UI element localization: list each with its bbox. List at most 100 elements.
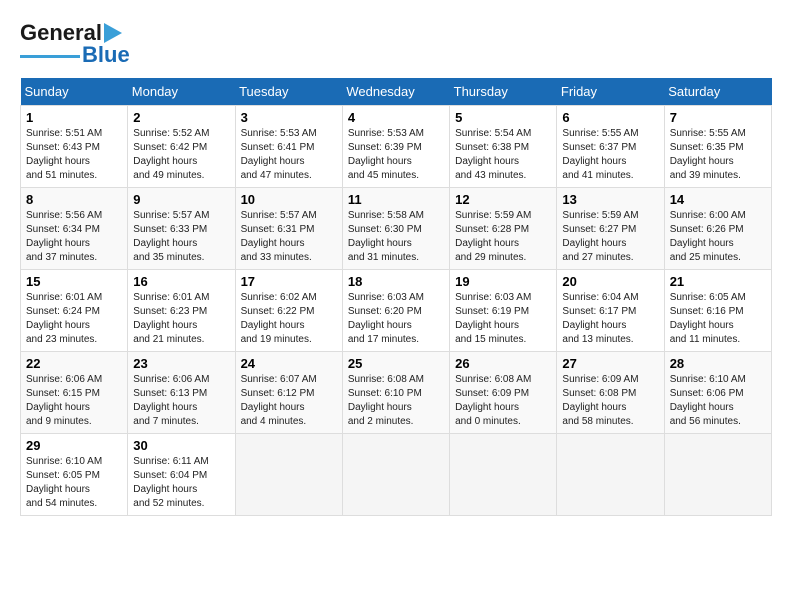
day-number: 12 bbox=[455, 192, 551, 207]
logo-arrow-icon bbox=[104, 23, 122, 43]
day-number: 1 bbox=[26, 110, 122, 125]
day-number: 28 bbox=[670, 356, 766, 371]
calendar-cell: 3 Sunrise: 5:53 AMSunset: 6:41 PMDaylight… bbox=[235, 106, 342, 188]
cell-info: Sunrise: 6:08 AMSunset: 6:09 PMDaylight … bbox=[455, 373, 551, 429]
calendar-cell: 5Sunrise: 5:54 AMSunset: 6:38 PMDaylight… bbox=[450, 106, 557, 188]
cell-info: Sunrise: 5:57 AMSunset: 6:33 PMDaylight … bbox=[133, 209, 229, 265]
cell-info: Sunrise: 6:01 AMSunset: 6:24 PMDaylight … bbox=[26, 291, 122, 347]
logo-underline bbox=[20, 55, 80, 58]
day-number: 17 bbox=[241, 274, 337, 289]
day-number: 6 bbox=[562, 110, 658, 125]
day-number: 25 bbox=[348, 356, 444, 371]
day-number: 26 bbox=[455, 356, 551, 371]
weekday-header-monday: Monday bbox=[128, 78, 235, 106]
day-number: 10 bbox=[241, 192, 337, 207]
cell-info: Sunrise: 5:55 AMSunset: 6:35 PMDaylight … bbox=[670, 127, 766, 183]
day-number: 14 bbox=[670, 192, 766, 207]
cell-info: Sunrise: 5:57 AMSunset: 6:31 PMDaylight … bbox=[241, 209, 337, 265]
calendar-cell: 8 Sunrise: 5:56 AMSunset: 6:34 PMDaylight… bbox=[21, 188, 128, 270]
logo: General Blue bbox=[20, 20, 130, 68]
weekday-header-friday: Friday bbox=[557, 78, 664, 106]
cell-info: Sunrise: 6:00 AMSunset: 6:26 PMDaylight … bbox=[670, 209, 766, 265]
day-number: 4 bbox=[348, 110, 444, 125]
cell-info: Sunrise: 6:08 AMSunset: 6:10 PMDaylight … bbox=[348, 373, 444, 429]
calendar-cell: 16 Sunrise: 6:01 AMSunset: 6:23 PMDayligh… bbox=[128, 270, 235, 352]
day-number: 23 bbox=[133, 356, 229, 371]
calendar-cell: 27 Sunrise: 6:09 AMSunset: 6:08 PMDayligh… bbox=[557, 352, 664, 434]
calendar-cell: 22 Sunrise: 6:06 AMSunset: 6:15 PMDayligh… bbox=[21, 352, 128, 434]
day-number: 9 bbox=[133, 192, 229, 207]
day-number: 16 bbox=[133, 274, 229, 289]
day-number: 8 bbox=[26, 192, 122, 207]
calendar-cell bbox=[342, 434, 449, 516]
cell-info: Sunrise: 6:10 AMSunset: 6:06 PMDaylight … bbox=[670, 373, 766, 429]
cell-info: Sunrise: 6:09 AMSunset: 6:08 PMDaylight … bbox=[562, 373, 658, 429]
cell-info: Sunrise: 5:53 AMSunset: 6:41 PMDaylight … bbox=[241, 127, 337, 183]
calendar-cell bbox=[450, 434, 557, 516]
cell-info: Sunrise: 6:05 AMSunset: 6:16 PMDaylight … bbox=[670, 291, 766, 347]
calendar-cell: 15 Sunrise: 6:01 AMSunset: 6:24 PMDayligh… bbox=[21, 270, 128, 352]
calendar-cell: 30 Sunrise: 6:11 AMSunset: 6:04 PMDayligh… bbox=[128, 434, 235, 516]
day-number: 11 bbox=[348, 192, 444, 207]
cell-info: Sunrise: 6:03 AMSunset: 6:19 PMDaylight … bbox=[455, 291, 551, 347]
calendar-cell: 25 Sunrise: 6:08 AMSunset: 6:10 PMDayligh… bbox=[342, 352, 449, 434]
day-number: 27 bbox=[562, 356, 658, 371]
day-number: 29 bbox=[26, 438, 122, 453]
day-number: 24 bbox=[241, 356, 337, 371]
weekday-header-wednesday: Wednesday bbox=[342, 78, 449, 106]
cell-info: Sunrise: 6:02 AMSunset: 6:22 PMDaylight … bbox=[241, 291, 337, 347]
calendar-cell: 17 Sunrise: 6:02 AMSunset: 6:22 PMDayligh… bbox=[235, 270, 342, 352]
calendar-cell bbox=[235, 434, 342, 516]
weekday-header-sunday: Sunday bbox=[21, 78, 128, 106]
cell-info: Sunrise: 6:07 AMSunset: 6:12 PMDaylight … bbox=[241, 373, 337, 429]
cell-info: Sunrise: 6:06 AMSunset: 6:13 PMDaylight … bbox=[133, 373, 229, 429]
calendar-cell bbox=[664, 434, 771, 516]
weekday-header-saturday: Saturday bbox=[664, 78, 771, 106]
day-number: 22 bbox=[26, 356, 122, 371]
cell-info: Sunrise: 6:03 AMSunset: 6:20 PMDaylight … bbox=[348, 291, 444, 347]
cell-info: Sunrise: 5:51 AMSunset: 6:43 PMDaylight … bbox=[26, 127, 122, 183]
day-number: 21 bbox=[670, 274, 766, 289]
calendar-cell: 20Sunrise: 6:04 AMSunset: 6:17 PMDayligh… bbox=[557, 270, 664, 352]
calendar-cell: 13Sunrise: 5:59 AMSunset: 6:27 PMDayligh… bbox=[557, 188, 664, 270]
calendar-week-3: 15 Sunrise: 6:01 AMSunset: 6:24 PMDayligh… bbox=[21, 270, 772, 352]
calendar-week-5: 29 Sunrise: 6:10 AMSunset: 6:05 PMDayligh… bbox=[21, 434, 772, 516]
day-number: 5 bbox=[455, 110, 551, 125]
calendar-cell: 29 Sunrise: 6:10 AMSunset: 6:05 PMDayligh… bbox=[21, 434, 128, 516]
calendar-cell: 9 Sunrise: 5:57 AMSunset: 6:33 PMDaylight… bbox=[128, 188, 235, 270]
calendar-cell: 1 Sunrise: 5:51 AMSunset: 6:43 PMDaylight… bbox=[21, 106, 128, 188]
cell-info: Sunrise: 5:59 AMSunset: 6:27 PMDaylight … bbox=[562, 209, 658, 265]
day-number: 3 bbox=[241, 110, 337, 125]
calendar-cell: 7 Sunrise: 5:55 AMSunset: 6:35 PMDaylight… bbox=[664, 106, 771, 188]
calendar-cell: 10 Sunrise: 5:57 AMSunset: 6:31 PMDayligh… bbox=[235, 188, 342, 270]
calendar-cell: 28 Sunrise: 6:10 AMSunset: 6:06 PMDayligh… bbox=[664, 352, 771, 434]
calendar-cell: 11 Sunrise: 5:58 AMSunset: 6:30 PMDayligh… bbox=[342, 188, 449, 270]
day-number: 19 bbox=[455, 274, 551, 289]
calendar-cell: 2Sunrise: 5:52 AMSunset: 6:42 PMDaylight… bbox=[128, 106, 235, 188]
calendar-cell: 4 Sunrise: 5:53 AMSunset: 6:39 PMDaylight… bbox=[342, 106, 449, 188]
cell-info: Sunrise: 5:59 AMSunset: 6:28 PMDaylight … bbox=[455, 209, 551, 265]
weekday-header-row: SundayMondayTuesdayWednesdayThursdayFrid… bbox=[21, 78, 772, 106]
day-number: 15 bbox=[26, 274, 122, 289]
cell-info: Sunrise: 5:56 AMSunset: 6:34 PMDaylight … bbox=[26, 209, 122, 265]
calendar-table: SundayMondayTuesdayWednesdayThursdayFrid… bbox=[20, 78, 772, 516]
calendar-cell: 21 Sunrise: 6:05 AMSunset: 6:16 PMDayligh… bbox=[664, 270, 771, 352]
calendar-cell: 14 Sunrise: 6:00 AMSunset: 6:26 PMDayligh… bbox=[664, 188, 771, 270]
day-number: 30 bbox=[133, 438, 229, 453]
cell-info: Sunrise: 5:58 AMSunset: 6:30 PMDaylight … bbox=[348, 209, 444, 265]
calendar-cell: 19 Sunrise: 6:03 AMSunset: 6:19 PMDayligh… bbox=[450, 270, 557, 352]
cell-info: Sunrise: 6:06 AMSunset: 6:15 PMDaylight … bbox=[26, 373, 122, 429]
cell-info: Sunrise: 5:53 AMSunset: 6:39 PMDaylight … bbox=[348, 127, 444, 183]
calendar-cell bbox=[557, 434, 664, 516]
cell-info: Sunrise: 6:11 AMSunset: 6:04 PMDaylight … bbox=[133, 455, 229, 511]
page-header: General Blue bbox=[20, 20, 772, 68]
calendar-cell: 12 Sunrise: 5:59 AMSunset: 6:28 PMDayligh… bbox=[450, 188, 557, 270]
cell-info: Sunrise: 6:10 AMSunset: 6:05 PMDaylight … bbox=[26, 455, 122, 511]
calendar-cell: 26 Sunrise: 6:08 AMSunset: 6:09 PMDayligh… bbox=[450, 352, 557, 434]
calendar-week-2: 8 Sunrise: 5:56 AMSunset: 6:34 PMDaylight… bbox=[21, 188, 772, 270]
day-number: 7 bbox=[670, 110, 766, 125]
calendar-week-1: 1 Sunrise: 5:51 AMSunset: 6:43 PMDaylight… bbox=[21, 106, 772, 188]
day-number: 18 bbox=[348, 274, 444, 289]
weekday-header-tuesday: Tuesday bbox=[235, 78, 342, 106]
cell-info: Sunrise: 6:01 AMSunset: 6:23 PMDaylight … bbox=[133, 291, 229, 347]
